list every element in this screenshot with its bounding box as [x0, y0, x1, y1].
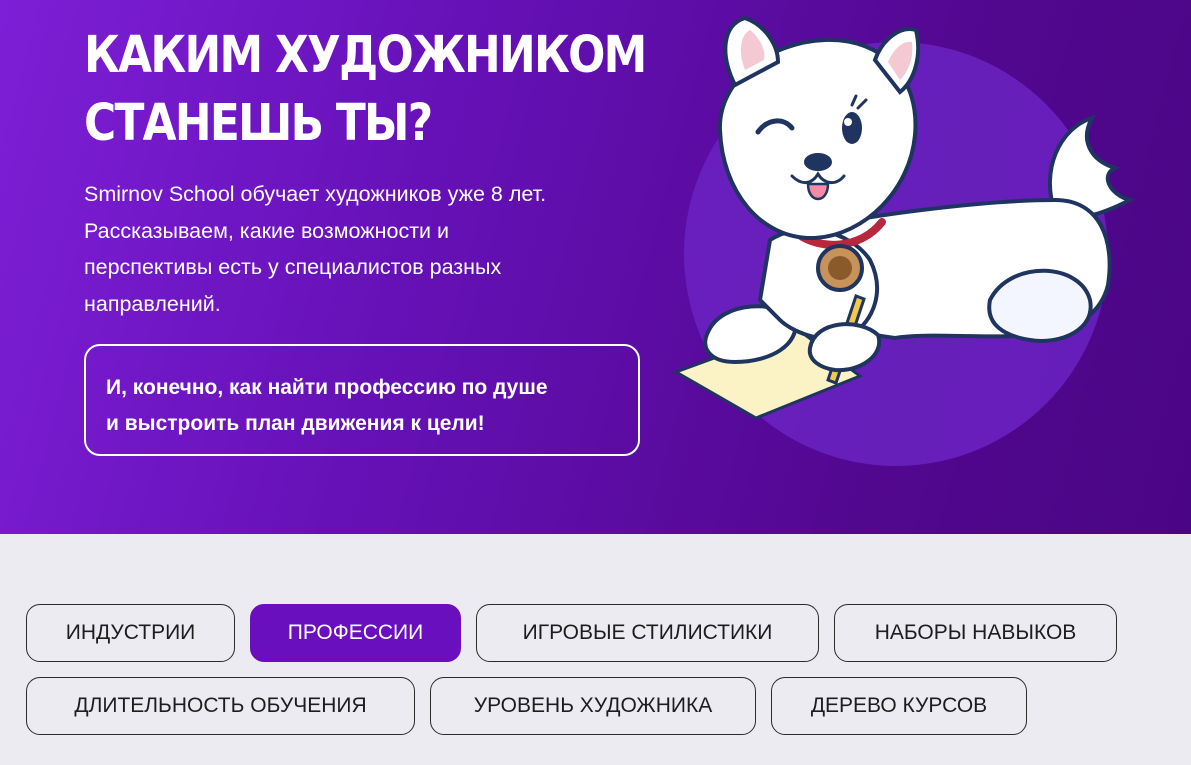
tab-artist-level[interactable]: УРОВЕНЬ ХУДОЖНИКА	[430, 677, 756, 735]
hero-title-line: КАКИМ ХУДОЖНИКОМ	[84, 26, 647, 85]
medal-paw-print-icon	[828, 256, 852, 280]
hero-callout-box: И, конечно, как найти профессию по душе …	[84, 344, 640, 456]
puppy-nose	[804, 153, 832, 171]
hero-description-line: направлений.	[84, 291, 221, 316]
hero-description-line: Рассказываем, какие возможности и	[84, 218, 450, 243]
puppy-tongue	[806, 182, 830, 201]
hero-description-line: перспективы есть у специалистов разных	[84, 255, 502, 279]
tab-skill-sets[interactable]: НАБОРЫ НАВЫКОВ	[834, 604, 1117, 662]
white-puppy-drawing-icon	[672, 15, 1136, 466]
tab-training-duration[interactable]: ДЛИТЕЛЬНОСТЬ ОБУЧЕНИЯ	[26, 677, 415, 735]
tab-industries[interactable]: ИНДУСТРИИ	[26, 604, 235, 662]
eye-highlight	[844, 118, 852, 126]
hero-description: Smirnov School обучает художников уже 8 …	[84, 176, 644, 322]
hero-banner: КАКИМ ХУДОЖНИКОМ СТАНЕШЬ ТЫ? Smirnov Sch…	[0, 0, 1191, 534]
callout-line: и выстроить план движения к цели!	[106, 412, 485, 435]
callout-line: И, конечно, как найти профессию по душе	[106, 376, 548, 399]
category-tabs: ИНДУСТРИИ ПРОФЕССИИ ИГРОВЫЕ СТИЛИСТИКИ Н…	[0, 534, 1191, 765]
tab-professions[interactable]: ПРОФЕССИИ	[250, 604, 461, 662]
hero-description-line: Smirnov School обучает художников уже 8 …	[84, 182, 547, 206]
tab-game-styles[interactable]: ИГРОВЫЕ СТИЛИСТИКИ	[476, 604, 819, 662]
puppy-open-eye	[842, 112, 862, 144]
puppy-back-leg	[987, 268, 1093, 343]
tab-course-tree[interactable]: ДЕРЕВО КУРСОВ	[771, 677, 1027, 735]
hero-title-line: СТАНЕШЬ ТЫ?	[84, 94, 433, 153]
hero-title: КАКИМ ХУДОЖНИКОМ СТАНЕШЬ ТЫ?	[84, 22, 647, 158]
